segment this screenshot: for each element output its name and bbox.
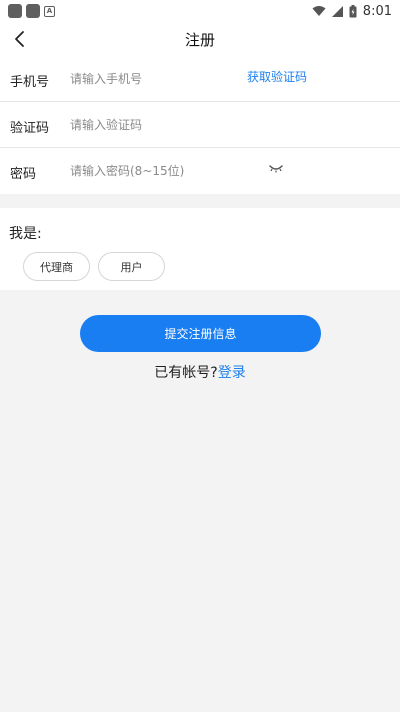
- nav-bar: 注册: [0, 22, 400, 56]
- status-bar: A 8:01: [0, 0, 400, 22]
- notification-icon: [26, 4, 40, 18]
- login-prompt: 已有帐号?登录: [0, 362, 400, 382]
- password-input[interactable]: [70, 160, 240, 182]
- notification-icons: A: [8, 4, 55, 18]
- phone-label: 手机号: [10, 75, 50, 90]
- role-agent-button[interactable]: 代理商: [23, 252, 90, 281]
- login-prompt-text: 已有帐号?: [154, 365, 218, 381]
- phone-input[interactable]: [70, 68, 240, 90]
- battery-icon: [349, 4, 357, 17]
- phone-row: 手机号 获取验证码: [0, 56, 400, 102]
- code-input[interactable]: [70, 114, 240, 136]
- password-label: 密码: [10, 167, 37, 182]
- app-a-icon: A: [44, 5, 55, 17]
- register-form: 手机号 获取验证码 验证码 密码: [0, 56, 400, 194]
- clock: 8:01: [362, 3, 392, 19]
- get-code-button[interactable]: 获取验证码: [247, 68, 307, 85]
- role-section: 我是: 代理商 用户: [0, 208, 400, 290]
- role-user-button[interactable]: 用户: [98, 252, 165, 281]
- signal-icon: [331, 5, 343, 17]
- submit-button[interactable]: 提交注册信息: [80, 315, 321, 352]
- section-divider: [0, 194, 400, 208]
- code-label: 验证码: [10, 121, 50, 136]
- code-row: 验证码: [0, 102, 400, 148]
- eye-closed-icon[interactable]: [268, 164, 284, 174]
- wifi-icon: [312, 6, 326, 16]
- notification-icon: [8, 4, 22, 18]
- system-indicators: 8:01: [312, 4, 392, 19]
- role-label: 我是:: [9, 226, 42, 242]
- page-title: 注册: [184, 31, 215, 49]
- login-link[interactable]: 登录: [218, 365, 246, 381]
- password-row: 密码: [0, 148, 400, 194]
